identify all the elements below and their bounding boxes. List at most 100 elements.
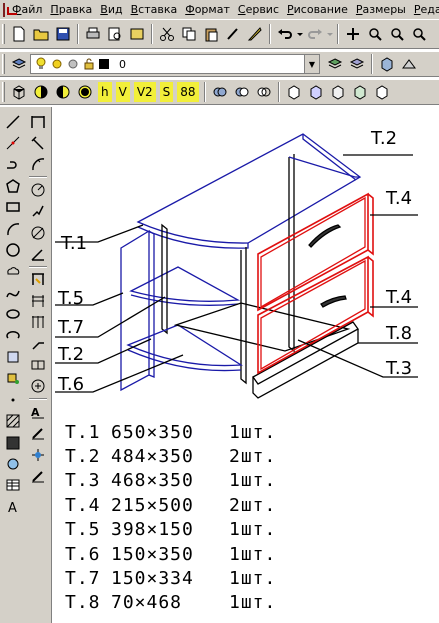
- revision-cloud-icon[interactable]: [2, 261, 24, 282]
- app-icon[interactable]: [3, 2, 17, 17]
- menu-dimension[interactable]: Размеры: [352, 3, 410, 16]
- insert-block-icon[interactable]: [2, 346, 24, 367]
- layer-select[interactable]: 0 ▼: [30, 54, 320, 74]
- subtract-icon[interactable]: [231, 81, 253, 103]
- h-button[interactable]: h: [98, 82, 112, 102]
- part-label: T.7: [65, 568, 101, 590]
- zoom-previous-icon[interactable]: [408, 23, 430, 45]
- toolbar-grip[interactable]: [2, 24, 5, 44]
- tolerance-icon[interactable]: [27, 354, 49, 375]
- redo-icon[interactable]: [304, 23, 326, 45]
- match-properties-icon[interactable]: [222, 23, 244, 45]
- cut-icon[interactable]: [156, 23, 178, 45]
- new-file-icon[interactable]: [8, 23, 30, 45]
- block-editor-icon[interactable]: [244, 23, 266, 45]
- diameter-dimension-icon[interactable]: [27, 222, 49, 243]
- v-button[interactable]: V: [115, 82, 130, 102]
- multiline-text-icon[interactable]: A: [2, 496, 24, 517]
- menu-tools[interactable]: Сервис: [234, 3, 283, 16]
- hatch-icon[interactable]: [2, 410, 24, 431]
- region-icon[interactable]: [2, 453, 24, 474]
- ellipse-arc-icon[interactable]: [2, 325, 24, 346]
- circle-filled-icon[interactable]: [74, 81, 96, 103]
- dimension-text-edit-icon[interactable]: [27, 422, 49, 443]
- chevron-down-icon[interactable]: ▼: [304, 55, 319, 73]
- menu-draw[interactable]: Рисование: [283, 3, 352, 16]
- print-icon[interactable]: [82, 23, 104, 45]
- menu-view[interactable]: Вид: [96, 3, 126, 16]
- rectangle-icon[interactable]: [2, 197, 24, 218]
- polyline-icon[interactable]: [2, 154, 24, 175]
- s-button[interactable]: S: [159, 82, 174, 102]
- toolbar-grip[interactable]: [2, 82, 5, 102]
- menu-modify[interactable]: Реда: [410, 3, 439, 16]
- aligned-dimension-icon[interactable]: [27, 132, 49, 153]
- extrude-face-icon[interactable]: [283, 81, 305, 103]
- box-view-icon[interactable]: [8, 81, 30, 103]
- union-icon[interactable]: [209, 81, 231, 103]
- layer-color-swatch-icon[interactable]: [99, 59, 109, 69]
- dimension-edit-icon[interactable]: A: [27, 401, 49, 422]
- jogged-dimension-icon[interactable]: [27, 201, 49, 222]
- save-icon[interactable]: [52, 23, 74, 45]
- bottom-shelf-edge: [127, 349, 242, 372]
- arc-length-icon[interactable]: [27, 154, 49, 175]
- part-label: T.6: [65, 543, 101, 565]
- spline-icon[interactable]: [2, 282, 24, 303]
- pan-icon[interactable]: [342, 23, 364, 45]
- dimension-update-icon[interactable]: [27, 444, 49, 465]
- layer-previous-icon[interactable]: [346, 53, 368, 75]
- layer-thaw-sun-icon[interactable]: [51, 58, 63, 70]
- zoom-window-icon[interactable]: [386, 23, 408, 45]
- open-folder-icon[interactable]: [30, 23, 52, 45]
- quick-dimension-icon[interactable]: [27, 269, 49, 290]
- construction-line-icon[interactable]: [2, 132, 24, 153]
- dimension-style-icon[interactable]: [27, 465, 49, 486]
- arc-icon[interactable]: [2, 218, 24, 239]
- wedge-3d-icon[interactable]: [398, 53, 420, 75]
- move-face-icon[interactable]: [305, 81, 327, 103]
- ellipse-icon[interactable]: [2, 304, 24, 325]
- layer-on-bulb-icon[interactable]: [35, 57, 47, 71]
- point-icon[interactable]: [2, 389, 24, 410]
- shell-icon[interactable]: [371, 81, 393, 103]
- line-icon[interactable]: [2, 111, 24, 132]
- zoom-realtime-icon[interactable]: [364, 23, 386, 45]
- toolbar-grip[interactable]: [2, 54, 5, 74]
- make-block-icon[interactable]: [2, 368, 24, 389]
- paste-icon[interactable]: [200, 23, 222, 45]
- polygon-icon[interactable]: [2, 175, 24, 196]
- make-current-layer-icon[interactable]: [324, 53, 346, 75]
- layer-manager-icon[interactable]: [8, 53, 30, 75]
- layer-viewport-icon[interactable]: [67, 58, 79, 70]
- v2-button[interactable]: V2: [133, 82, 156, 102]
- taper-face-icon[interactable]: [349, 81, 371, 103]
- undo-dropdown-icon[interactable]: [296, 23, 304, 45]
- circle-icon[interactable]: [2, 239, 24, 260]
- gradient-icon[interactable]: [2, 432, 24, 453]
- menu-insert[interactable]: Вставка: [127, 3, 182, 16]
- menu-format[interactable]: Формат: [181, 3, 234, 16]
- circle-half-icon[interactable]: [30, 81, 52, 103]
- linear-dimension-icon[interactable]: [27, 111, 49, 132]
- drawing-canvas[interactable]: T.1 T.2 T.4 T.4 T.5 T.7 T.8 T.2 T.3 T.6 …: [53, 107, 439, 623]
- print-preview-icon[interactable]: [104, 23, 126, 45]
- layer-lock-icon[interactable]: [83, 58, 95, 70]
- continue-dimension-icon[interactable]: [27, 312, 49, 333]
- circle-moon-icon[interactable]: [52, 81, 74, 103]
- box-3d-icon[interactable]: [376, 53, 398, 75]
- redo-dropdown-icon[interactable]: [326, 23, 334, 45]
- 88-button[interactable]: 88: [177, 82, 199, 102]
- angular-dimension-icon[interactable]: [27, 243, 49, 264]
- undo-icon[interactable]: [274, 23, 296, 45]
- publish-icon[interactable]: [126, 23, 148, 45]
- table-icon[interactable]: [2, 475, 24, 496]
- radius-dimension-icon[interactable]: [27, 179, 49, 200]
- intersect-icon[interactable]: [253, 81, 275, 103]
- copy-icon[interactable]: [178, 23, 200, 45]
- baseline-dimension-icon[interactable]: [27, 290, 49, 311]
- center-mark-icon[interactable]: [27, 376, 49, 397]
- qleader-icon[interactable]: [27, 333, 49, 354]
- offset-face-icon[interactable]: [327, 81, 349, 103]
- menu-edit[interactable]: Правка: [46, 3, 96, 16]
